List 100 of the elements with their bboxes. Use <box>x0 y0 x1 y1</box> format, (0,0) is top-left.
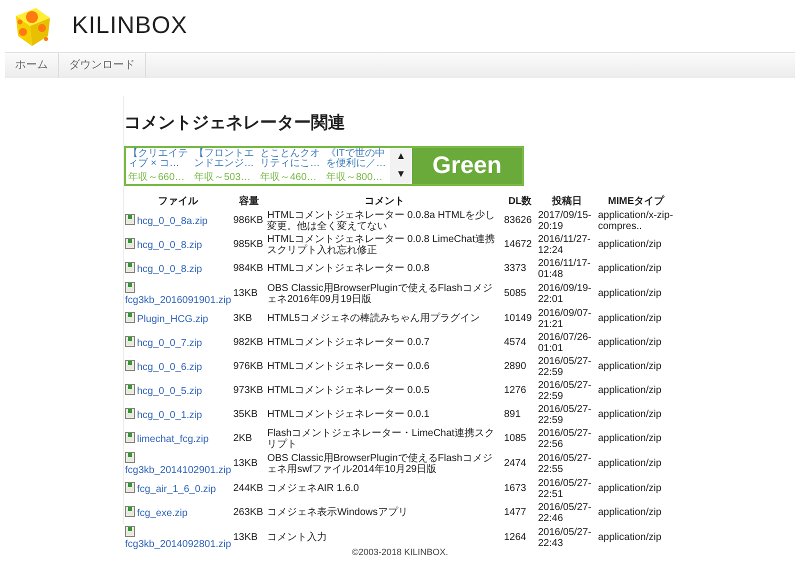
table-cell: 2474 <box>504 458 526 469</box>
file-link[interactable]: hcg_0_0_6.zip <box>137 362 202 373</box>
file-link[interactable]: hcg_0_0_7.zip <box>137 338 202 349</box>
table-cell: 2016/05/27-22:56 <box>538 428 592 450</box>
table-cell: コメジェネAIR 1.6.0 <box>267 483 359 494</box>
ad-title: 《ITで世の中を便利に／… <box>326 148 387 168</box>
nav-link[interactable]: ホーム <box>5 53 59 78</box>
file-icon <box>125 506 135 517</box>
table-cell: application/x-zip-compres.. <box>598 210 674 232</box>
file-link[interactable]: hcg_0_0_8.zip <box>137 240 202 251</box>
table-cell: 1477 <box>504 507 526 518</box>
table-cell: 2016/05/27-22:51 <box>538 478 592 500</box>
table-cell: 2016/05/27-22:59 <box>538 404 592 426</box>
table-cell: application/zip <box>598 337 662 348</box>
table-cell: HTMLコメントジェネレーター 0.0.7 <box>267 337 430 348</box>
table-cell: 891 <box>504 409 521 420</box>
column-header: MIMEタイプ <box>606 194 666 208</box>
table-cell: application/zip <box>598 409 662 420</box>
table-cell: 2016/05/27-22:59 <box>538 380 592 402</box>
table-cell: 985KB <box>233 239 264 250</box>
table-cell: 984KB <box>233 263 264 274</box>
file-icon <box>125 408 135 419</box>
table-cell: application/zip <box>598 361 662 372</box>
file-icon <box>125 482 135 493</box>
file-link[interactable]: fcg_air_1_6_0.zip <box>137 484 216 495</box>
scroll-up-button[interactable]: ▲ <box>390 148 412 166</box>
table-cell: HTMLコメントジェネレーター 0.0.8 LimeChat連携スクリプト入れ忘れ修正 <box>267 234 496 256</box>
column-header: コメント <box>364 194 406 208</box>
nav-link[interactable]: ダウンロード <box>59 53 146 78</box>
table-cell: 1085 <box>504 433 526 444</box>
table-cell: OBS Classic用BrowserPluginで使えるFlashコメジェネ用swfファイル2014年10月29日版 <box>267 452 492 474</box>
table-cell: 2016/05/27-22:59 <box>538 356 592 378</box>
file-icon <box>125 282 135 292</box>
table-cell: application/zip <box>598 532 662 543</box>
file-icon <box>125 452 135 462</box>
file-link[interactable]: hcg_0_0_8.zip <box>137 264 202 275</box>
file-link[interactable]: fcg_exe.zip <box>137 508 188 519</box>
file-link[interactable]: hcg_0_0_5.zip <box>137 386 202 397</box>
table-cell: 4574 <box>504 337 526 348</box>
table-cell: 2016/09/07-21:21 <box>538 308 592 330</box>
table-cell: 2016/09/19-22:01 <box>538 282 592 304</box>
site-title: KILINBOX <box>72 11 188 41</box>
file-link[interactable]: hcg_0_0_8a.zip <box>137 216 208 227</box>
table-cell: application/zip <box>598 239 662 250</box>
table-cell: 3KB <box>233 313 252 324</box>
table-cell: 2016/11/27-12:24 <box>538 234 591 256</box>
table-cell: 2016/05/27-22:46 <box>538 502 592 524</box>
table-cell: 973KB <box>233 385 264 396</box>
page-title: コメントジェネレーター関連 <box>124 112 346 134</box>
table-cell: 263KB <box>233 507 264 518</box>
ad-salary: 年収～660… <box>128 172 186 182</box>
table-cell: 5085 <box>504 288 526 299</box>
table-cell: 3373 <box>504 263 526 274</box>
table-cell: HTMLコメントジェネレーター 0.0.8a HTMLを少し変更。他は全く変えてない <box>267 210 496 232</box>
table-cell: 1264 <box>504 532 526 543</box>
table-cell: 10149 <box>504 313 532 324</box>
ad-title: 【フロントエンドエンジ… <box>194 148 255 168</box>
file-link[interactable]: fcg3kb_2016091901.zip <box>125 294 232 306</box>
file-icon <box>125 360 135 371</box>
column-header: ファイル <box>157 194 200 208</box>
table-cell: 982KB <box>233 337 264 348</box>
table-cell: 1276 <box>504 385 526 396</box>
scroll-down-button[interactable]: ▼ <box>390 166 412 184</box>
table-cell: HTMLコメントジェネレーター 0.0.8 <box>267 263 430 274</box>
table-cell: application/zip <box>598 288 662 299</box>
column-header: DL数 <box>507 194 533 208</box>
ad-banner[interactable]: 【クリエイティブ × コ… 年収～660… 【フロントエンドエンジ… 年収～503… とことんクオリティにこ… 年収～460… 《ITで世の中を便利に／… 年収～800… ▲ ▼ Green <box>124 146 524 186</box>
table-cell: OBS Classic用BrowserPluginで使えるFlashコメジェネ2016年09月19日版 <box>267 282 492 304</box>
table-cell: 2016/07/26-01:01 <box>538 332 592 354</box>
table-cell: 2KB <box>233 433 252 444</box>
file-link[interactable]: hcg_0_0_1.zip <box>137 410 202 421</box>
ad-salary: 年収～460… <box>260 172 318 182</box>
table-cell: 13KB <box>233 458 258 469</box>
table-cell: application/zip <box>598 483 662 494</box>
file-link[interactable]: limechat_fcg.zip <box>137 434 209 445</box>
table-cell: application/zip <box>598 433 662 444</box>
file-icon <box>125 526 135 536</box>
table-cell: HTMLコメントジェネレーター 0.0.5 <box>267 385 430 396</box>
file-link[interactable]: fcg3kb_2014092801.zip <box>125 538 232 550</box>
table-cell: コメント入力 <box>267 532 328 543</box>
table-cell: コメジェネ表示Windowsアプリ <box>267 507 408 518</box>
file-icon <box>125 214 135 225</box>
table-cell: HTMLコメントジェネレーター 0.0.1 <box>267 409 430 420</box>
table-cell: application/zip <box>598 507 662 518</box>
file-link[interactable]: Plugin_HCG.zip <box>137 314 208 325</box>
table-cell: application/zip <box>598 263 662 274</box>
ad-salary: 年収～503… <box>194 172 252 182</box>
ad-salary: 年収～800… <box>326 172 384 182</box>
file-icon <box>125 336 135 347</box>
table-cell: application/zip <box>598 313 662 324</box>
table-cell: 976KB <box>233 361 264 372</box>
file-link[interactable]: fcg3kb_2014102901.zip <box>125 464 232 476</box>
column-header: 容量 <box>238 194 260 208</box>
column-header: 投稿日 <box>550 194 583 208</box>
file-icon <box>125 384 135 395</box>
table-cell: 14672 <box>504 239 532 250</box>
table-cell: 13KB <box>233 288 258 299</box>
table-cell: 83626 <box>504 215 532 226</box>
table-cell: 13KB <box>233 532 258 543</box>
file-icon <box>125 262 135 273</box>
